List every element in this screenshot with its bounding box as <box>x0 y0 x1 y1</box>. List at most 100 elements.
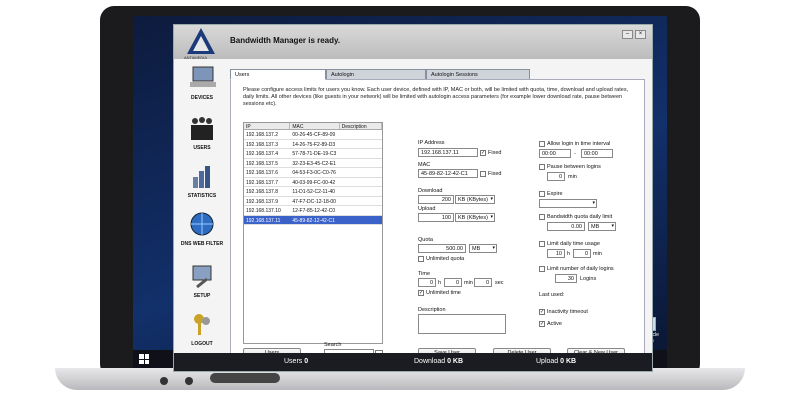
cell-mac: 04-53-F3-0C-C0-76 <box>292 170 336 176</box>
active-checkbox[interactable]: ✓ <box>539 321 545 327</box>
nav-devices[interactable]: DEVICES <box>174 65 230 101</box>
mac-label: MAC <box>418 162 431 168</box>
time-seconds-field[interactable]: 0 <box>474 278 492 287</box>
time-to-field[interactable]: 00:00 <box>581 149 613 158</box>
status-users-label: Users <box>284 358 303 365</box>
close-icon[interactable]: × <box>635 30 646 39</box>
cell-ip: 192.168.137.11 <box>246 217 281 224</box>
cell-ip: 192.168.137.7 <box>246 179 278 186</box>
upload-rate-field[interactable]: 100 <box>418 213 454 222</box>
quota-field[interactable]: 500.00 <box>418 244 466 253</box>
cell-mac: 12-F7-85-12-42-C0 <box>292 208 336 214</box>
quota-daily-field[interactable]: 0.00 <box>547 222 585 231</box>
fixed-label: Fixed <box>488 150 502 156</box>
cell-ip: 192.168.137.2 <box>246 132 278 138</box>
nav-users[interactable]: USERS <box>174 115 230 151</box>
cell-ip: 192.168.137.8 <box>246 189 278 195</box>
upload-unit-select[interactable]: KB (KBytes) ▾ <box>455 213 495 222</box>
nav-logout[interactable]: LOGOUT <box>174 311 230 347</box>
download-rate-field[interactable]: 200 <box>418 195 454 204</box>
upload-unit-value: KB (KBytes) <box>458 215 488 221</box>
time-from-field[interactable]: 00:00 <box>539 149 571 158</box>
nav-statistics[interactable]: STATISTICS <box>174 163 230 199</box>
fixed-mac-checkbox[interactable] <box>480 171 486 177</box>
limit-time-checkbox[interactable] <box>539 241 545 247</box>
ip-field[interactable]: 192.168.137.11 <box>418 148 478 157</box>
col-description[interactable]: Description <box>340 123 382 130</box>
inactivity-label: Inactivity timeout <box>547 309 588 315</box>
download-label: Download <box>418 188 443 194</box>
limit-minutes-field[interactable]: 0 <box>573 249 591 258</box>
port-icon <box>160 377 168 385</box>
limit-hours-unit: h <box>567 251 571 257</box>
intro-text: Please configure access limits for users… <box>243 87 629 107</box>
cell-mac: 40-03-99-FC-00-42 <box>292 179 336 186</box>
cell-description <box>340 178 382 187</box>
download-unit-select[interactable]: KB (KBytes) ▾ <box>455 195 495 204</box>
status-download-value: 0 KB <box>447 358 464 365</box>
table-row[interactable]: 192.168.137.11 45-89-82-12-42-C1 <box>244 215 382 225</box>
pause-field[interactable]: 0 <box>547 172 565 181</box>
minimize-icon[interactable]: – <box>622 30 633 39</box>
quota-daily-checkbox[interactable] <box>539 214 545 220</box>
quota-daily-unit-select[interactable]: MB ▾ <box>588 222 616 231</box>
cell-ip: 192.168.137.4 <box>246 151 278 157</box>
antamedia-logo-icon <box>187 28 215 54</box>
limit-logins-checkbox[interactable] <box>539 266 545 272</box>
cell-description <box>340 140 382 149</box>
nav-label: DNS WEB FILTER <box>180 241 224 247</box>
globe-icon <box>190 212 214 236</box>
time-minutes-field[interactable]: 0 <box>444 278 462 287</box>
fixed-ip-checkbox[interactable]: ✓ <box>480 150 486 156</box>
allow-login-checkbox[interactable] <box>539 141 545 147</box>
cell-mac: 32-23-E3-45-C2-E1 <box>292 160 336 167</box>
logins-field[interactable]: 30 <box>555 274 577 283</box>
unlimited-quota-checkbox[interactable] <box>418 256 424 262</box>
minutes-unit: min <box>464 280 473 286</box>
active-label: Active <box>547 321 562 327</box>
cell-description <box>340 159 382 168</box>
status-upload-label: Upload <box>536 358 559 365</box>
inactivity-timeout-checkbox[interactable]: ✓ <box>539 309 545 315</box>
table-row[interactable]: 192.168.137.4 57-78-71-DE-19-C3 <box>244 149 382 159</box>
table-row[interactable]: 192.168.137.2 00-26-45-CF-89-09 <box>244 130 382 140</box>
expire-checkbox[interactable] <box>539 191 545 197</box>
cell-description <box>340 149 382 158</box>
pause-between-logins-checkbox[interactable] <box>539 164 545 170</box>
expire-date-select[interactable]: ▾ <box>539 199 597 208</box>
allow-login-label: Allow login in time interval <box>547 141 611 147</box>
time-hours-field[interactable]: 0 <box>418 278 436 287</box>
status-upload-value: 0 KB <box>560 358 577 365</box>
setup-icon <box>192 265 212 289</box>
nav-label: STATISTICS <box>187 193 217 199</box>
nav-label: DEVICES <box>191 95 213 101</box>
quota-unit-select[interactable]: MB ▾ <box>469 244 497 253</box>
table-row[interactable]: 192.168.137.7 40-03-99-FC-00-42 <box>244 178 382 187</box>
nav-label: USERS <box>193 145 211 151</box>
description-field[interactable] <box>418 314 506 334</box>
table-row[interactable]: 192.168.137.3 14-26-75-F2-89-D3 <box>244 140 382 149</box>
mac-field[interactable]: 45-89-82-12-42-C1 <box>418 169 478 178</box>
col-mac[interactable]: MAC <box>290 123 340 130</box>
table-row[interactable]: 192.168.137.9 47-F7-DC-12-18-00 <box>244 197 382 206</box>
table-row[interactable]: 192.168.137.5 32-23-E3-45-C2-E1 <box>244 159 382 168</box>
statistics-icon <box>193 166 210 188</box>
windows-start-icon[interactable] <box>139 354 149 364</box>
chevron-down-icon: ▾ <box>490 214 493 220</box>
ip-label: IP Address <box>418 140 445 146</box>
table-row[interactable]: 192.168.137.8 11-D1-52-C2-11-40 <box>244 187 382 197</box>
limit-hours-field[interactable]: 10 <box>547 249 565 258</box>
col-ip[interactable]: IP <box>244 123 291 130</box>
table-row[interactable]: 192.168.137.6 04-53-F3-0C-C0-76 <box>244 168 382 178</box>
unlimited-time-label: Unlimited time <box>426 290 461 296</box>
users-icon <box>191 117 213 140</box>
bandwidth-manager-window: ANTAMEDIA Bandwidth Manager is ready. – ×… <box>173 24 653 372</box>
nav-dns-web-filter[interactable]: DNS WEB FILTER <box>174 211 230 247</box>
cell-ip: 192.168.137.5 <box>246 160 278 167</box>
table-row[interactable]: 192.168.137.10 12-F7-85-12-42-C0 <box>244 206 382 216</box>
tab-users[interactable]: Users <box>230 69 326 80</box>
users-table: IP MAC Description 192.168.137.2 00-26-45… <box>243 122 383 344</box>
unlimited-time-checkbox[interactable]: ✓ <box>418 290 424 296</box>
nav-setup[interactable]: SETUP <box>174 263 230 299</box>
laptop-notch <box>210 373 280 383</box>
